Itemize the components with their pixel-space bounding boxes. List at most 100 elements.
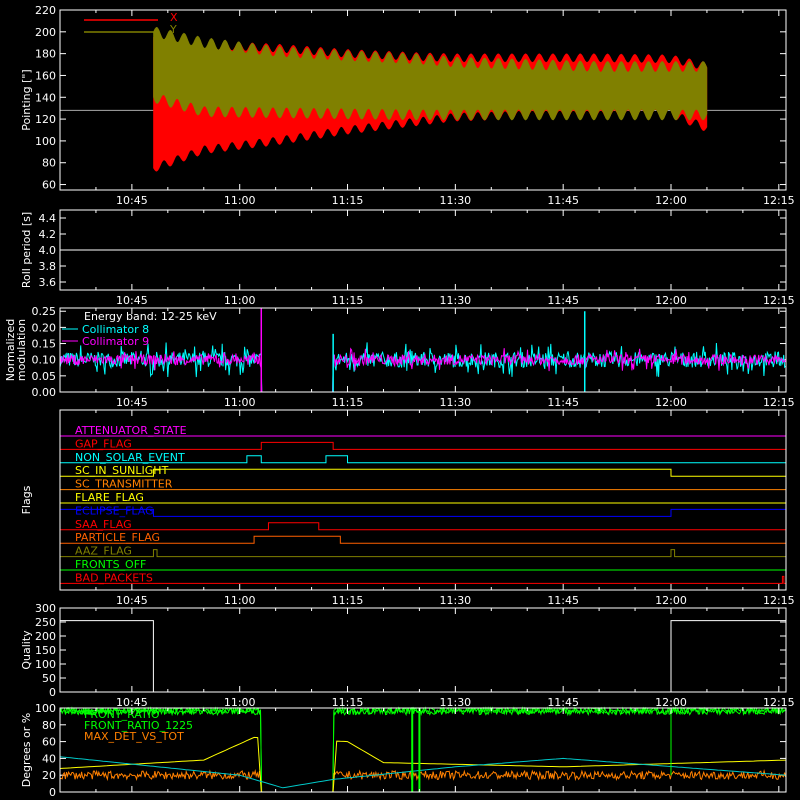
- y-tick-label: 50: [42, 672, 56, 685]
- x-tick-label: 12:00: [655, 396, 687, 409]
- y-tick-label: 3.8: [39, 260, 57, 273]
- y-axis-label: Flags: [20, 485, 33, 514]
- x-tick-label: 11:30: [439, 594, 471, 607]
- x-tick-label: 11:15: [332, 696, 364, 709]
- x-tick-label: 11:45: [547, 294, 579, 307]
- legend-label: MAX_DET_VS_TOT: [84, 730, 184, 743]
- x-tick-label: 12:15: [763, 594, 795, 607]
- x-tick-label: 11:00: [224, 294, 256, 307]
- y-axis-label: Pointing ["]: [20, 69, 33, 130]
- y-tick-label: 160: [35, 69, 56, 82]
- y-tick-label: 220: [35, 4, 56, 17]
- flag-label-eclipse-flag: ECLIPSE_FLAG: [75, 504, 154, 517]
- y-tick-label: 4.0: [39, 244, 57, 257]
- modulation-series-collimator-8: [59, 342, 786, 393]
- y-tick-label: 80: [42, 719, 56, 732]
- flag-label-flare-flag: FLARE_FLAG: [75, 491, 144, 504]
- quality-line: [60, 620, 786, 693]
- ratio-series-max-det-vs-tot: [59, 769, 787, 793]
- y-tick-label: 0.05: [32, 370, 57, 383]
- flag-line-saa-flag: [60, 522, 786, 531]
- legend-label: Collimator 9: [82, 335, 149, 348]
- x-tick-label: 12:15: [763, 194, 795, 207]
- y-tick-label: 0: [49, 686, 56, 699]
- y-axis-label: modulation: [15, 319, 28, 381]
- x-tick-label: 11:45: [547, 594, 579, 607]
- ratio-trace-cyan: [59, 756, 787, 789]
- legend-label-y: Y: [169, 23, 177, 36]
- y-tick-label: 40: [42, 752, 56, 765]
- roll-period-panel: 3.6 3.8 4.0 4.2 4.4 10:45 11:00 11:15 11:30 11:45…: [20, 209, 795, 307]
- x-tick-label: 10:45: [116, 194, 148, 207]
- y-tick-label: 0.00: [32, 386, 57, 399]
- x-tick-label: 10:45: [116, 294, 148, 307]
- x-tick-label: 12:00: [655, 696, 687, 709]
- y-tick-label: 0: [49, 786, 56, 799]
- x-tick-label: 11:15: [332, 294, 364, 307]
- flag-line-gap-flag: [60, 441, 786, 450]
- y-tick-label: 300: [35, 602, 56, 615]
- x-tick-label: 10:45: [116, 396, 148, 409]
- y-tick-label: 140: [35, 91, 56, 104]
- y-tick-label: 4.4: [39, 212, 57, 225]
- x-tick-label: 11:00: [224, 594, 256, 607]
- flag-line-aaz-flag: [60, 549, 786, 558]
- y-tick-label: 120: [35, 113, 56, 126]
- y-tick-label: 60: [42, 736, 56, 749]
- flag-line-particle-flag: [60, 535, 786, 544]
- y-tick-label: 100: [35, 658, 56, 671]
- x-tick-label: 10:45: [116, 594, 148, 607]
- x-tick-label: 12:00: [655, 594, 687, 607]
- y-tick-label: 0.20: [32, 321, 57, 334]
- x-tick-label: 11:45: [547, 194, 579, 207]
- y-tick-label: 60: [42, 179, 56, 192]
- x-tick-label: 12:15: [763, 294, 795, 307]
- stix-quicklook-figure: 6080100120140160180200220XY10:45 11:00 11:…: [4, 4, 795, 799]
- y-tick-label: 100: [35, 135, 56, 148]
- x-tick-label: 11:45: [547, 396, 579, 409]
- quality-panel: 05010015020025030010:45 11:00 11:15 11:30 11…: [20, 602, 795, 709]
- y-tick-label: 4.2: [39, 228, 57, 241]
- flag-label-sc-in-sunlight: SC_IN_SUNLIGHT: [75, 464, 169, 477]
- flag-line-bad-packets: [60, 575, 786, 584]
- flag-line-sc-in-sunlight: [60, 468, 786, 477]
- flags-panel: ATTENUATOR_STATEGAP_FLAGNON_SOLAR_EVENTS…: [20, 409, 795, 607]
- flag-label-particle-flag: PARTICLE_FLAG: [75, 531, 160, 544]
- flag-label-gap-flag: GAP_FLAG: [75, 437, 132, 450]
- x-tick-label: 12:15: [763, 396, 795, 409]
- y-tick-label: 0.15: [32, 338, 57, 351]
- flag-label-sc-transmitter: SC_TRANSMITTER: [75, 478, 173, 491]
- flag-label-non-solar-event: NON_SOLAR_EVENT: [75, 451, 185, 464]
- x-tick-label: 11:15: [332, 396, 364, 409]
- pointing-series-y: [153, 26, 708, 121]
- y-tick-label: 200: [35, 26, 56, 39]
- flag-label-bad-packets: BAD_PACKETS: [75, 571, 153, 584]
- x-tick-label: 11:30: [439, 396, 471, 409]
- x-tick-label: 12:00: [655, 194, 687, 207]
- flag-label-aaz-flag: AAZ_FLAG: [75, 545, 132, 558]
- x-tick-label: 11:00: [224, 396, 256, 409]
- x-tick-label: 11:30: [439, 696, 471, 709]
- panel-frame: [59, 409, 787, 591]
- y-tick-label: 100: [35, 702, 56, 715]
- pointing-panel: 6080100120140160180200220XY10:45 11:00 11:…: [20, 4, 795, 207]
- x-tick-label: 12:00: [655, 294, 687, 307]
- ratio-trace-yellow: [59, 736, 787, 793]
- y-tick-label: 0.10: [32, 354, 57, 367]
- y-tick-label: 20: [42, 769, 56, 782]
- y-tick-label: 0.25: [32, 305, 57, 318]
- y-tick-label: 180: [35, 48, 56, 61]
- x-tick-label: 11:30: [439, 194, 471, 207]
- modulation-panel: 0.00 0.05 0.10 0.15 0.20 0.25 Energy band: 12-…: [4, 305, 795, 409]
- x-tick-label: 11:15: [332, 594, 364, 607]
- y-axis-label: Quality: [20, 630, 33, 670]
- y-tick-label: 250: [35, 616, 56, 629]
- ratios-panel: 020406080100 FRONT_RATIOFRONT_RATIO_1225M…: [20, 702, 787, 799]
- flag-label-fronts-off: FRONTS_OFF: [75, 558, 146, 571]
- y-tick-label: 200: [35, 630, 56, 643]
- flag-line-eclipse-flag: [60, 508, 786, 517]
- x-tick-label: 12:15: [763, 696, 795, 709]
- x-tick-label: 11:15: [332, 194, 364, 207]
- y-tick-label: 3.6: [39, 276, 57, 289]
- flag-label-attenuator-state: ATTENUATOR_STATE: [75, 424, 187, 437]
